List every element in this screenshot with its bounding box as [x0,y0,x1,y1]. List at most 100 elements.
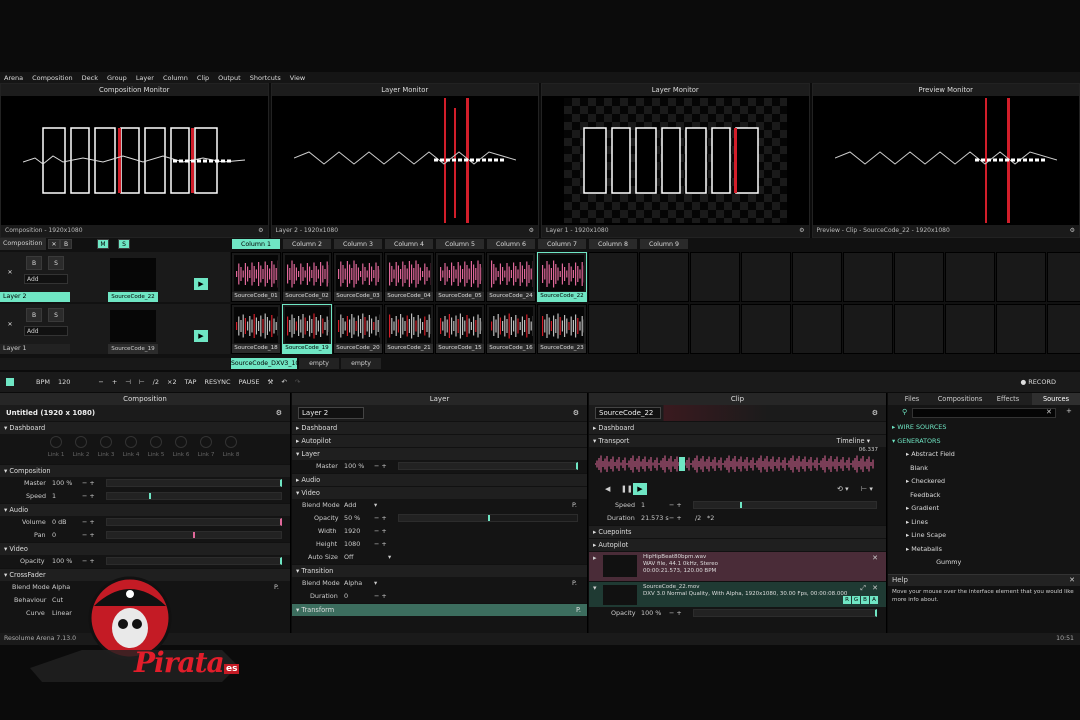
master-value[interactable]: 100 % [344,460,364,473]
browser-tab[interactable]: Compositions [936,393,984,405]
generator-item[interactable]: ▸ Checkered [892,475,1080,489]
generator-item[interactable]: ▸ Metaballs [892,543,1080,557]
dashboard-link[interactable]: Link 6 [169,436,193,458]
bpm-value[interactable]: 120 [58,378,70,386]
dashboard-link[interactable]: Link 7 [194,436,218,458]
layer-1-monitor[interactable]: Layer Monitor Layer 1 - 1920x1080 ⚙ [541,83,810,238]
clip-slot[interactable]: SourceCode_16 [486,304,536,354]
menu-shortcuts[interactable]: Shortcuts [250,74,281,82]
plus-icon[interactable]: + [112,378,117,386]
clip-speed-slider[interactable] [693,501,877,509]
undo-icon[interactable]: ↶ [281,378,286,386]
bypass-button[interactable]: B [26,256,42,270]
volume-slider[interactable] [106,518,282,526]
clip-name-input[interactable]: SourceCode_22 [595,407,661,419]
channel-a[interactable]: A [870,596,878,604]
metronome-icon[interactable]: ⚒ [268,378,274,386]
empty-clip-slot[interactable] [996,252,1046,302]
solo-button[interactable]: S [48,256,64,270]
empty-clip-slot[interactable] [792,252,842,302]
column-header[interactable]: Column 8 [588,238,638,250]
transition-section[interactable]: ▾ Transition [292,564,587,577]
column-header[interactable]: Column 7 [537,238,587,250]
layer-section[interactable]: ▾ Layer [292,447,587,460]
empty-clip-slot[interactable] [588,304,638,354]
pause-button[interactable]: PAUSE [239,378,260,386]
duration-value[interactable]: 0 [344,590,348,603]
empty-clip-slot[interactable] [741,304,791,354]
deck-tab[interactable]: empty [341,358,381,369]
redo-icon[interactable]: ↷ [295,378,300,386]
empty-clip-slot[interactable] [690,252,740,302]
nudge-forward-icon[interactable]: ⊢ [139,378,145,386]
audio-section[interactable]: ▾ Audio [0,503,290,516]
clip-slot[interactable]: SourceCode_19 [282,304,332,354]
column-header[interactable]: Column 9 [639,238,689,250]
menu-group[interactable]: Group [107,74,127,82]
menu-output[interactable]: Output [218,74,241,82]
dashboard-section[interactable]: ▸ Dashboard [589,421,886,434]
empty-clip-slot[interactable] [639,252,689,302]
menu-column[interactable]: Column [163,74,188,82]
volume-value[interactable]: 0 dB [52,516,67,529]
opacity-value[interactable]: 100 % [52,555,72,568]
browser-tab[interactable]: Sources [1032,393,1080,405]
menu-view[interactable]: View [290,74,305,82]
half-duration-button[interactable]: /2 [695,512,701,525]
dashboard-link[interactable]: Link 5 [144,436,168,458]
dashboard-link[interactable]: Link 1 [44,436,68,458]
bypass-button[interactable]: B [26,308,42,322]
layer-name-input[interactable]: Layer 2 [298,407,364,419]
transform-section[interactable]: ▾ Transform P. [292,603,587,616]
video-section[interactable]: ▾ Video [292,486,587,499]
close-icon[interactable]: ✕ [48,239,60,249]
clip-slot[interactable]: SourceCode_15 [435,304,485,354]
generators-category[interactable]: ▾ GENERATORS [892,435,1080,449]
sync-indicator[interactable] [6,378,14,386]
speed-slider[interactable] [106,492,282,500]
video-track[interactable]: ▾ SourceCode_22.mov DXV 3.0 Normal Quali… [589,581,886,607]
opacity-value[interactable]: 50 % [344,512,360,525]
current-clip[interactable]: SourceCode_22 [108,256,158,302]
pan-slider[interactable] [106,531,282,539]
close-icon[interactable]: ✕ [872,584,878,592]
layer-2-monitor[interactable]: Layer Monitor Layer 2 - 1920x1080 ⚙ [270,83,539,238]
empty-clip-slot[interactable] [894,252,944,302]
close-icon[interactable]: ✕ [872,554,878,562]
wire-sources-category[interactable]: ▸ WIRE SOURCES [892,421,1080,435]
clip-slot[interactable]: SourceCode_23 [537,304,587,354]
expand-icon[interactable]: ▸ [593,554,597,562]
master-button[interactable]: M [97,239,109,249]
gear-icon[interactable]: ⚙ [258,225,263,237]
generator-item[interactable]: Feedback [892,489,1080,503]
deck-tab[interactable]: SourceCode_DXV3_1080p [231,358,311,369]
opacity-slider[interactable] [106,557,282,565]
dashboard-section[interactable]: ▸ Dashboard [292,421,587,434]
menu-deck[interactable]: Deck [82,74,98,82]
search-input[interactable] [912,408,1056,418]
clip-slot[interactable]: SourceCode_04 [384,252,434,302]
gear-icon[interactable]: ⚙ [799,225,804,237]
clip-slot[interactable]: SourceCode_03 [333,252,383,302]
transition-blend-value[interactable]: Alpha [344,577,362,590]
resync-button[interactable]: RESYNC [204,378,230,386]
clip-slot[interactable]: SourceCode_24 [486,252,536,302]
master-slider[interactable] [106,479,282,487]
loop-mode-icon[interactable]: ⟲ ▾ [837,485,849,493]
column-header[interactable]: Column 6 [486,238,536,250]
direction-icon[interactable]: ⊢ ▾ [861,485,873,493]
dashboard-link[interactable]: Link 3 [94,436,118,458]
generator-item[interactable]: ▸ Lines [892,516,1080,530]
current-clip[interactable]: SourceCode_19 [108,308,158,354]
clip-slot[interactable]: SourceCode_02 [282,252,332,302]
autopilot-section[interactable]: ▸ Autopilot [589,538,886,551]
column-header[interactable]: Column 3 [333,238,383,250]
layer-play-icon[interactable]: ▶ [194,330,208,342]
gear-icon[interactable]: ⚙ [872,405,878,421]
gear-icon[interactable]: ⚙ [573,405,579,421]
gear-icon[interactable]: ⚙ [1070,225,1075,237]
empty-clip-slot[interactable] [843,252,893,302]
generator-item[interactable]: Blank [892,462,1080,476]
half-button[interactable]: /2 [153,378,159,386]
column-header[interactable]: Column 4 [384,238,434,250]
